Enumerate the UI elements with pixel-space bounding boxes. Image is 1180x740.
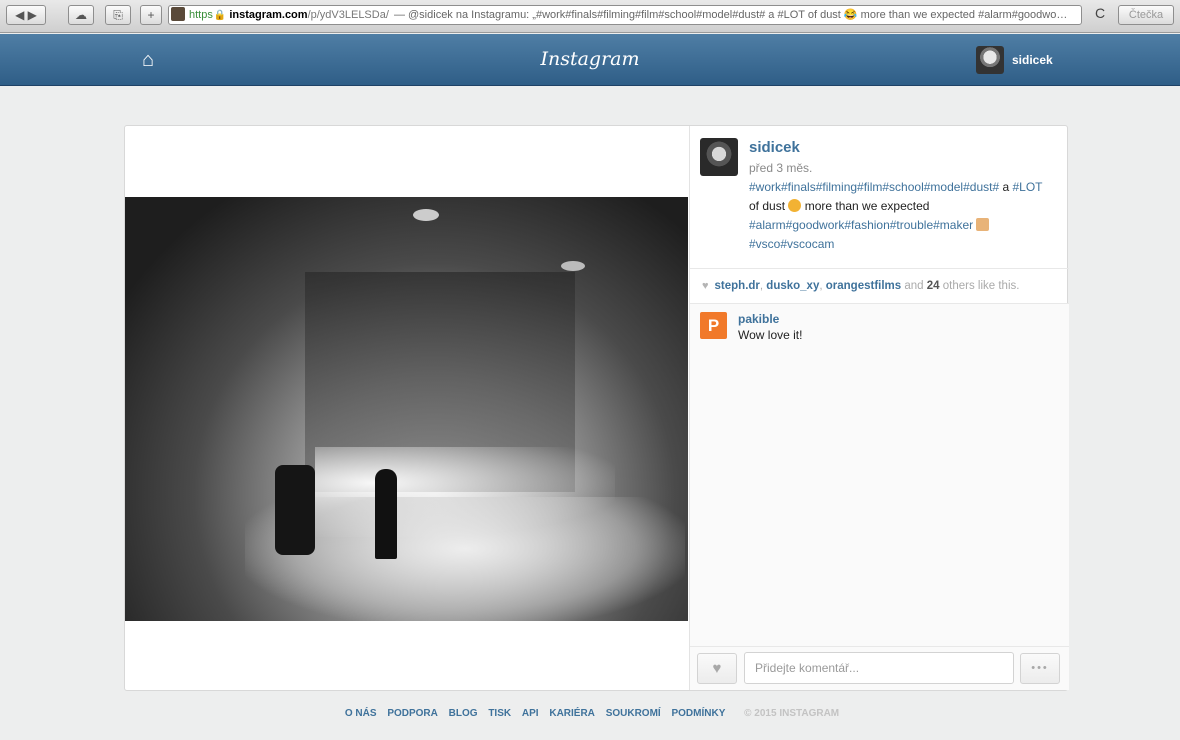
post-sidebar: sidicek před 3 měs. #work#finals#filming… (689, 126, 1069, 690)
post-actions: ♥ ••• (690, 646, 1069, 690)
url-path: /p/ydV3LELSDa/ (307, 9, 389, 21)
reader-button[interactable]: Čtečka (1118, 5, 1174, 25)
lock-icon: 🔒 (213, 10, 227, 21)
avatar[interactable] (700, 138, 738, 176)
post-username[interactable]: sidicek (749, 139, 800, 156)
comment-input[interactable] (744, 652, 1014, 684)
footer: O NÁS PODPORA BLOG TISK API KARIÉRA SOUK… (0, 708, 1180, 719)
back-forward-buttons[interactable]: ◀ ▶ (6, 5, 46, 25)
liker-link[interactable]: steph.dr (715, 280, 760, 292)
likes-text: and (901, 280, 927, 292)
model-silhouette (375, 469, 397, 559)
footer-link-about[interactable]: O NÁS (345, 708, 377, 719)
likes-count[interactable]: 24 (927, 280, 940, 292)
share-button[interactable]: ⎘ (105, 5, 131, 25)
footer-link-press[interactable]: TISK (488, 708, 511, 719)
url-domain: instagram.com (229, 9, 308, 21)
ceiling-light (561, 261, 585, 271)
heart-icon: ♥ (712, 660, 722, 677)
like-button[interactable]: ♥ (697, 653, 737, 684)
favicon-icon (171, 7, 185, 22)
avatar[interactable]: P (700, 312, 727, 339)
header-username: sidicek (1012, 53, 1053, 67)
footer-link-blog[interactable]: BLOG (449, 708, 478, 719)
thumbs-up-emoji-icon (976, 218, 990, 231)
reload-icon[interactable]: C (1095, 5, 1105, 21)
add-bookmark-button[interactable]: + (140, 5, 162, 25)
instagram-header: ⌂ Instagram sidicek (0, 34, 1180, 86)
copyright: © 2015 INSTAGRAM (744, 708, 840, 719)
footer-link-terms[interactable]: PODMÍNKY (671, 708, 725, 719)
page-title-in-urlbar: — @sidicek na Instagramu: „#work#finals#… (390, 9, 1068, 21)
user-menu[interactable]: sidicek (976, 44, 1053, 76)
comment-text: Wow love it! (738, 328, 803, 342)
comment-username[interactable]: pakible (738, 312, 779, 326)
post-caption: #work#finals#filming#film#school#model#d… (749, 178, 1049, 254)
footer-link-api[interactable]: API (522, 708, 539, 719)
camera-operator (275, 465, 315, 555)
back-icon[interactable]: ◀ (15, 8, 24, 22)
comments-list: P pakible Wow love it! (690, 304, 1069, 646)
post-card: sidicek před 3 měs. #work#finals#filming… (124, 125, 1069, 691)
caption-hashtags[interactable]: #vsco#vscocam (749, 237, 834, 251)
caption-text: of dust (749, 199, 789, 213)
laughing-emoji-icon (788, 199, 802, 212)
caption-hashtag[interactable]: #LOT (1012, 180, 1042, 194)
heart-icon: ♥ (702, 280, 709, 292)
caption-text: more than we expected (801, 199, 930, 213)
post-photo[interactable] (125, 197, 688, 621)
more-options-button[interactable]: ••• (1020, 653, 1060, 684)
caption-text: a (999, 180, 1013, 194)
liker-link[interactable]: dusko_xy (766, 280, 819, 292)
likes-line: ♥ steph.dr, dusko_xy, orangestfilms and 2… (690, 268, 1069, 304)
caption-hashtags[interactable]: #alarm#goodwork#fashion#trouble#maker (749, 218, 973, 232)
browser-toolbar: ◀ ▶ ☁ ⎘ + https🔒 instagram.com/p/ydV3LELS… (0, 0, 1180, 33)
ceiling-light (413, 209, 439, 221)
post-time[interactable]: před 3 měs. (749, 161, 812, 175)
footer-link-support[interactable]: PODPORA (387, 708, 438, 719)
icloud-tabs-button[interactable]: ☁ (68, 5, 94, 25)
cloud-icon: ☁ (75, 8, 87, 22)
url-scheme: https (189, 9, 213, 21)
caption-hashtags[interactable]: #work#finals#filming#film#school#model#d… (749, 180, 999, 194)
avatar (976, 46, 1004, 74)
address-bar[interactable]: https🔒 instagram.com/p/ydV3LELSDa/ — @sid… (168, 5, 1082, 25)
forward-icon[interactable]: ▶ (28, 8, 37, 22)
footer-link-careers[interactable]: KARIÉRA (549, 708, 595, 719)
share-icon: ⎘ (113, 8, 123, 22)
likes-text: others like this. (939, 280, 1020, 292)
plus-icon: + (147, 8, 155, 22)
footer-link-privacy[interactable]: SOUKROMÍ (606, 708, 661, 719)
liker-link[interactable]: orangestfilms (826, 280, 901, 292)
